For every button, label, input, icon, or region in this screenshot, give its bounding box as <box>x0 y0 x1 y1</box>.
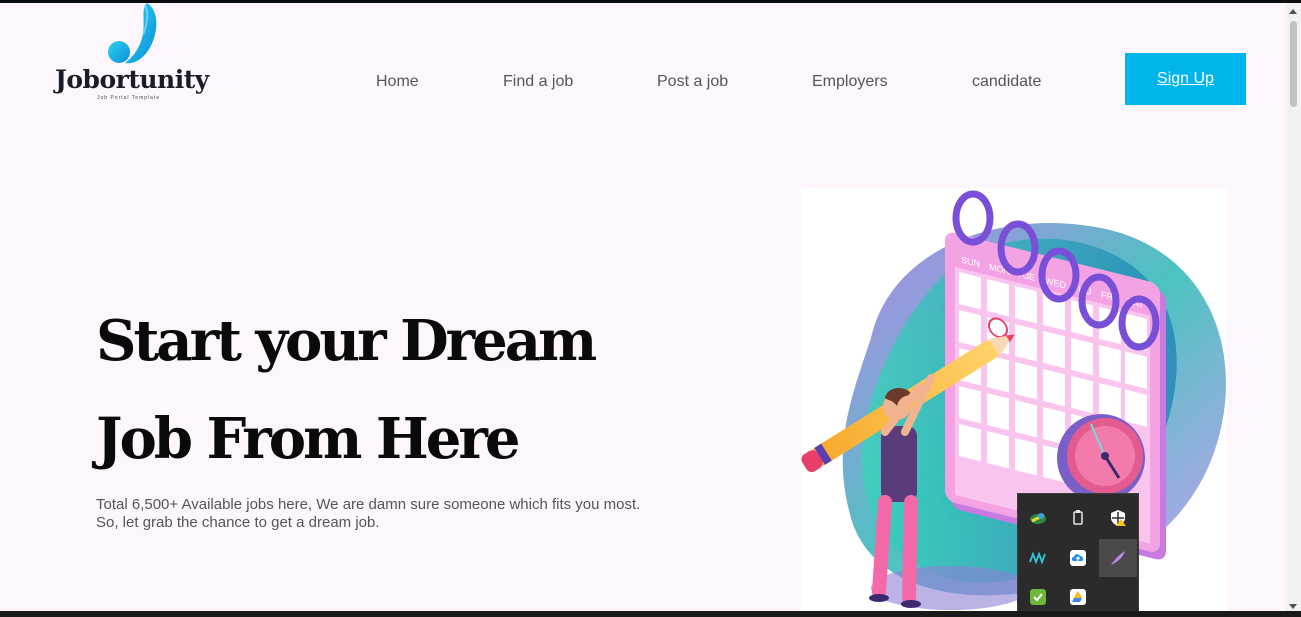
nav-employers[interactable]: Employers <box>812 73 888 91</box>
logo-name: Jobortunity <box>55 65 209 94</box>
browser-page: Jobortunity Job Portal Template Home Fin… <box>0 3 1286 611</box>
hero-description: Total 6,500+ Available jobs here, We are… <box>96 496 641 531</box>
system-tray-popup <box>1017 493 1139 611</box>
google-drive-icon[interactable] <box>1059 578 1097 611</box>
nav-find-a-job[interactable]: Find a job <box>503 73 573 91</box>
waves-app-icon[interactable] <box>1019 539 1057 577</box>
hero-illustration: SUN MON TUE WED THU FRI SAT <box>801 188 1227 611</box>
security-check-icon[interactable] <box>1019 578 1057 611</box>
hero-title-line-1: Start your Dream <box>96 308 597 374</box>
feather-app-icon[interactable] <box>1099 539 1137 577</box>
nav-candidate[interactable]: candidate <box>972 73 1041 91</box>
nav-home[interactable]: Home <box>376 73 419 91</box>
scroll-down-icon[interactable] <box>1289 604 1297 609</box>
scrollbar-thumb[interactable] <box>1290 21 1297 107</box>
nav-post-a-job[interactable]: Post a job <box>657 73 728 91</box>
scroll-up-icon[interactable] <box>1289 9 1297 14</box>
hero-title-line-2: Job From Here <box>96 406 521 472</box>
logo-tagline: Job Portal Template <box>97 95 161 101</box>
calendar-illustration: SUN MON TUE WED THU FRI SAT <box>801 190 1226 610</box>
logo[interactable]: Jobortunity Job Portal Template <box>55 3 225 108</box>
sign-up-button[interactable]: Sign Up <box>1125 53 1246 105</box>
cloud-upload-icon[interactable] <box>1059 539 1097 577</box>
page-scrollbar[interactable] <box>1286 3 1301 611</box>
taskbar-edge <box>0 611 1301 617</box>
network-app-icon[interactable] <box>1019 499 1057 537</box>
security-warning-icon[interactable] <box>1099 499 1137 537</box>
usb-icon[interactable] <box>1059 499 1097 537</box>
logo-mark-icon <box>108 3 157 64</box>
